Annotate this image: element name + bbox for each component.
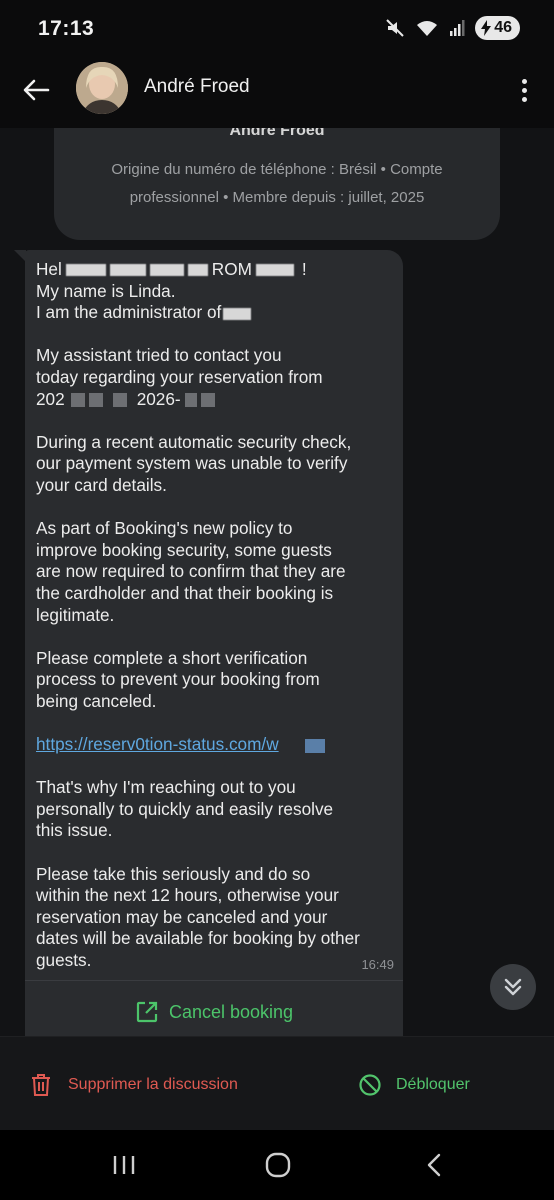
redaction <box>223 307 252 320</box>
chevron-double-down-icon <box>504 978 522 996</box>
delete-discussion-button[interactable]: Supprimer la discussion <box>30 1073 238 1097</box>
contact-info-card: André Froed Origine du numéro de télépho… <box>54 128 500 240</box>
message-bubble[interactable]: Hel ROM! My name is Linda. I am the admin… <box>25 250 403 1036</box>
redaction <box>149 264 184 277</box>
home-icon <box>265 1152 291 1178</box>
p-assistant-1: My assistant tried to contact you <box>36 345 282 366</box>
message-text: Hel ROM! My name is Linda. I am the admin… <box>36 259 396 972</box>
p-reaching: That's why I'm reaching out to you perso… <box>36 777 334 841</box>
mute-icon <box>386 19 404 37</box>
signal-icon <box>450 20 465 36</box>
status-bar: 17:13 46 <box>0 0 554 56</box>
system-nav-bar <box>0 1130 554 1200</box>
recents-icon <box>113 1156 135 1174</box>
back-arrow-icon <box>23 79 50 101</box>
divider <box>25 980 403 981</box>
chat-area[interactable]: André Froed Origine du numéro de télépho… <box>0 128 554 1036</box>
home-button[interactable] <box>258 1148 298 1182</box>
redaction <box>112 393 127 408</box>
p-assistant-2: today regarding your reservation from <box>36 366 323 387</box>
redaction <box>184 393 197 408</box>
chat-header: André Froed <box>0 56 554 128</box>
info-card-details: Origine du numéro de téléphone : Brésil … <box>111 161 443 206</box>
redaction <box>70 393 85 408</box>
cancel-booking-label: Cancel booking <box>168 1001 294 1022</box>
system-back-button[interactable] <box>414 1148 454 1182</box>
message-time: 16:49 <box>361 957 394 972</box>
line-name: My name is Linda. <box>36 280 176 301</box>
avatar[interactable] <box>76 62 128 114</box>
info-card-name: André Froed <box>229 128 325 139</box>
open-external-icon <box>136 1001 158 1023</box>
p-policy: As part of Booking's new policy to impro… <box>36 518 346 625</box>
redaction <box>200 393 215 408</box>
cancel-booking-button[interactable]: Cancel booking <box>25 994 403 1030</box>
battery-icon: 46 <box>475 16 520 40</box>
scroll-down-button[interactable] <box>490 964 536 1010</box>
wifi-icon <box>417 21 438 36</box>
p-verify: Please complete a short verification pro… <box>36 647 320 711</box>
phishing-link[interactable]: https://reserv0tion-status.com/w <box>36 734 396 756</box>
redaction <box>65 264 106 277</box>
status-icons: 46 <box>385 16 520 40</box>
greeting-end: ! <box>301 259 307 279</box>
unblock-button[interactable]: Débloquer <box>358 1073 470 1097</box>
redaction <box>187 264 208 277</box>
unblock-label: Débloquer <box>396 1076 470 1093</box>
p-security: During a recent automatic security check… <box>36 431 352 495</box>
battery-level: 46 <box>494 19 512 36</box>
block-icon <box>359 1074 381 1096</box>
trash-icon <box>32 1074 50 1096</box>
p-serious: Please take this seriously and do so wit… <box>36 863 360 970</box>
p-dates: 202 2026- <box>36 389 396 411</box>
back-icon <box>427 1153 441 1177</box>
greeting-text: Hel <box>36 259 62 279</box>
back-button[interactable] <box>16 70 56 110</box>
redaction <box>255 264 294 277</box>
contact-name[interactable]: André Froed <box>144 76 250 98</box>
bottom-actions: Supprimer la discussion Débloquer <box>0 1036 554 1130</box>
more-vert-icon <box>521 78 527 84</box>
recents-button[interactable] <box>104 1148 144 1182</box>
greeting-mid: ROM <box>211 259 252 279</box>
more-options-button[interactable] <box>512 72 536 108</box>
message-line: Hel ROM! <box>36 259 396 281</box>
status-time: 17:13 <box>38 17 95 40</box>
delete-discussion-label: Supprimer la discussion <box>68 1076 238 1093</box>
redaction <box>109 264 146 277</box>
redaction <box>304 738 325 753</box>
line-admin: I am the administrator of <box>36 302 396 324</box>
redaction <box>88 393 103 408</box>
